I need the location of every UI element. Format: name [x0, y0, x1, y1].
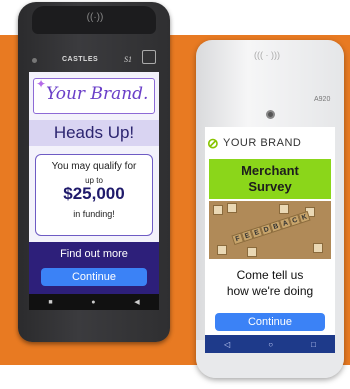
feedback-image: F E E D B A C K [209, 201, 331, 259]
contactless-icon: ((·)) [86, 12, 104, 23]
scrabble-tile [227, 203, 237, 213]
scrabble-tile [247, 247, 257, 257]
terminal-model: A920 [314, 96, 331, 103]
a920-screen: ⊘ YOUR BRAND Merchant Survey F E E D B A… [205, 127, 335, 353]
logo-text: YOUR BRAND [223, 137, 302, 149]
terminal-header: CASTLES S1 [28, 54, 160, 70]
offer-card: You may qualify for up to $25,000 in fun… [35, 154, 153, 236]
camera-icon [266, 110, 275, 119]
scrabble-tile [213, 205, 223, 215]
contactless-icon: ((( · ))) [254, 50, 280, 60]
brand-logo: ⊘ YOUR BRAND [207, 135, 333, 153]
brand-logo: ✦ Your Brand. [33, 77, 155, 114]
scrabble-tile [279, 204, 289, 214]
nav-bar: ◁ ○ □ [205, 335, 335, 353]
feedback-word: F E E D B A C K [231, 210, 311, 246]
tagline-line-1: Come tell us [236, 268, 304, 282]
back-icon[interactable]: ◀ [134, 298, 139, 306]
logo-text: Your Brand. [46, 84, 149, 104]
castles-screen: ✦ Your Brand. Heads Up! You may qualify … [29, 72, 159, 310]
terminal-brand: CASTLES [62, 56, 99, 63]
home-icon[interactable]: ● [91, 299, 95, 306]
find-out-text: Find out more [60, 248, 128, 260]
survey-title-2: Survey [248, 179, 292, 194]
survey-title-1: Merchant [241, 163, 299, 178]
heading: Heads Up! [29, 120, 159, 146]
scrabble-tile [313, 243, 323, 253]
function-button[interactable] [142, 50, 156, 64]
continue-button[interactable]: Continue [215, 313, 325, 331]
offer-amount: $25,000 [63, 184, 125, 203]
nav-bar: ■ ● ◀ [29, 294, 159, 310]
tagline: Come tell us how we're doing [205, 267, 335, 299]
recent-apps-icon[interactable]: ■ [48, 299, 52, 306]
brand-mark-icon: ⊘ [207, 135, 219, 151]
offer-line-1: You may qualify for [51, 161, 137, 172]
terminal-model: S1 [124, 55, 132, 64]
tagline-line-2: how we're doing [226, 284, 314, 298]
scrabble-tile [217, 245, 227, 255]
back-icon[interactable]: ◁ [224, 340, 230, 349]
camera-icon [32, 58, 37, 63]
recent-apps-icon[interactable]: □ [311, 340, 316, 349]
home-icon[interactable]: ○ [268, 340, 273, 349]
continue-button[interactable]: Continue [41, 268, 147, 286]
survey-banner: Merchant Survey [209, 159, 331, 199]
offer-line-4: in funding! [73, 209, 115, 219]
sparkle-icon: ✦ [36, 77, 47, 91]
